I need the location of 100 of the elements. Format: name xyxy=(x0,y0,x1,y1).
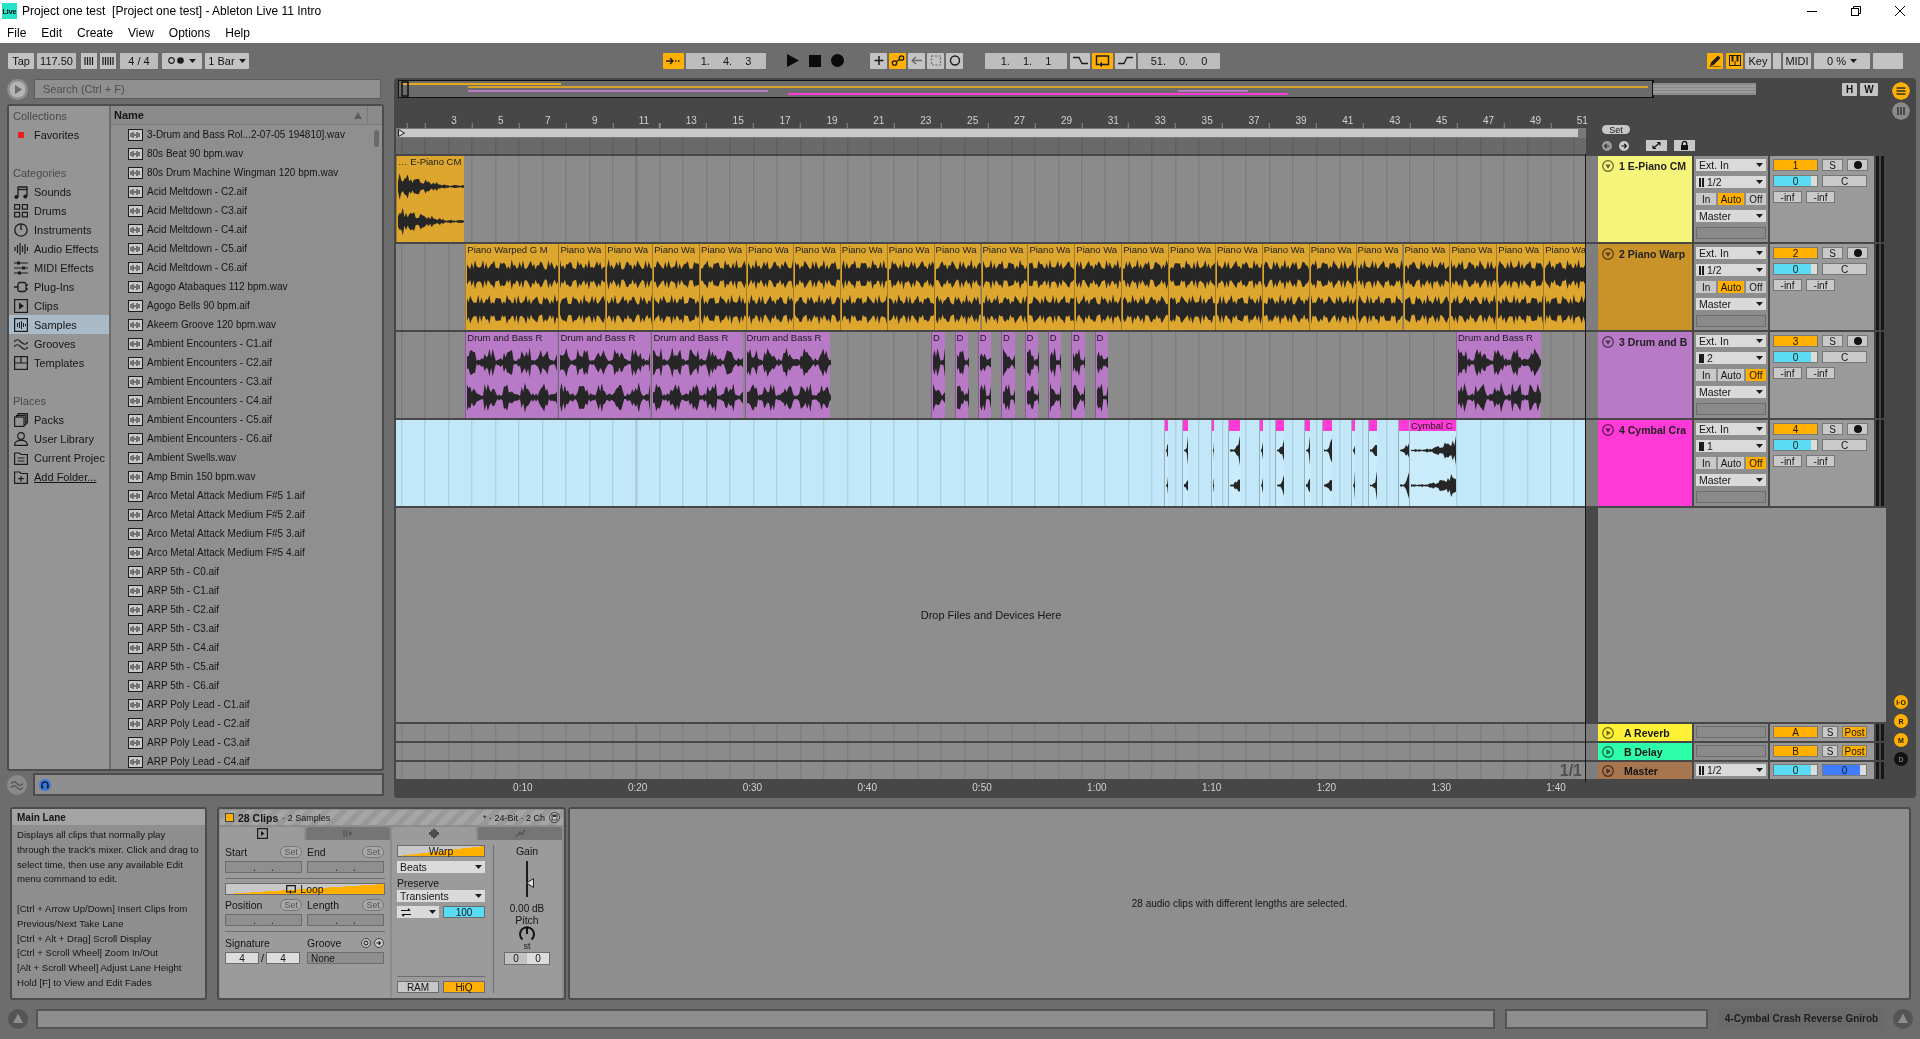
sidebar-item[interactable]: Templates xyxy=(9,353,109,372)
monitor-button[interactable]: Off xyxy=(1745,369,1766,381)
input-channel-dropdown[interactable]: 2 xyxy=(1696,352,1766,364)
input-channel-dropdown[interactable]: 1/2 xyxy=(1696,176,1766,188)
overview-zoom-button[interactable]: W xyxy=(1860,82,1878,96)
end-field[interactable]: . . xyxy=(307,861,384,873)
output-channel-field[interactable] xyxy=(1696,491,1766,503)
monitor-button[interactable]: In xyxy=(1696,369,1717,381)
file-list-item[interactable]: Agogo Atabaques 112 bpm.wav xyxy=(111,277,382,296)
cpu-meter-dropdown[interactable]: 0 % xyxy=(1814,52,1870,69)
track-lane[interactable]: … E-Piano CM xyxy=(396,156,1586,242)
arrow-right-circle-icon[interactable] xyxy=(374,938,384,948)
track-header[interactable]: 1 E-Piano CM xyxy=(1598,156,1692,242)
file-list-item[interactable]: ARP 5th - C5.aif xyxy=(111,657,382,676)
audio-clip[interactable]: Piano Wa xyxy=(1261,244,1309,330)
fold-circle-icon[interactable] xyxy=(1602,424,1614,436)
slider-thumb-icon[interactable] xyxy=(526,877,534,888)
audio-clip[interactable]: Piano Wa xyxy=(746,244,793,330)
audio-clip[interactable]: Piano Wa xyxy=(1027,244,1075,330)
clip-view-tab[interactable] xyxy=(392,827,476,840)
arrow-right-circle-icon[interactable] xyxy=(1619,140,1629,151)
lock-icon[interactable] xyxy=(1674,140,1695,151)
output-channel-field[interactable] xyxy=(1696,227,1766,239)
sidebar-item[interactable]: Drums xyxy=(9,201,109,220)
send-field[interactable]: -inf xyxy=(1806,191,1835,203)
audio-clip[interactable]: Piano Wa xyxy=(886,244,934,330)
envelope-field[interactable]: 100 xyxy=(443,906,485,918)
output-channel-field[interactable] xyxy=(1696,315,1766,327)
arrangement-overview[interactable] xyxy=(398,80,1756,98)
file-list-item[interactable]: ARP 5th - C3.aif xyxy=(111,619,382,638)
sidebar-item[interactable]: Clips xyxy=(9,296,109,315)
sidebar-item[interactable]: Instruments xyxy=(9,220,109,239)
monitor-button[interactable]: In xyxy=(1696,281,1717,293)
time-ruler[interactable]: 0:10 0:20 0:30 0:40 0:50 1:00 1:10 1:20 1:30 1:40 xyxy=(396,781,1586,795)
send-field[interactable]: -inf xyxy=(1773,367,1802,379)
keyboard-button[interactable] xyxy=(1726,52,1743,69)
sidebar-item[interactable]: Grooves xyxy=(9,334,109,353)
monitor-button[interactable]: Auto xyxy=(1718,193,1744,205)
file-list-item[interactable]: 80s Beat 90 bpm.wav xyxy=(111,144,382,163)
sidebar-item[interactable]: MIDI Effects xyxy=(9,258,109,277)
quantization-dropdown[interactable]: 1 Bar xyxy=(205,52,249,69)
file-list-item[interactable]: Ambient Encounters - C5.aif xyxy=(111,410,382,429)
output-channel-field[interactable] xyxy=(1696,403,1766,415)
audio-clip[interactable]: D xyxy=(954,332,968,418)
menu-item[interactable]: View xyxy=(127,24,155,41)
sidebar-item[interactable]: Samples xyxy=(9,315,109,334)
track-activator-button[interactable]: 2 xyxy=(1773,247,1818,259)
audio-clip[interactable]: Piano Wa xyxy=(1074,244,1122,330)
solo-button[interactable]: S xyxy=(1822,335,1843,347)
file-list-item[interactable]: ARP Poly Lead - C4.aif xyxy=(111,752,382,771)
warp-toggle[interactable]: Warp xyxy=(397,845,485,857)
tap-button[interactable]: Tap xyxy=(8,52,34,69)
loop-start-field[interactable]: 1. 1. 1 xyxy=(985,52,1067,69)
set-button[interactable]: Set xyxy=(1602,125,1630,134)
volume-slider[interactable]: 0 xyxy=(1773,263,1818,275)
start-marker-icon[interactable] xyxy=(398,129,405,137)
length-field[interactable]: . . xyxy=(307,914,384,926)
file-list-item[interactable]: Ambient Encounters - C1.aif xyxy=(111,334,382,353)
audio-clip[interactable]: Piano Wa xyxy=(558,244,606,330)
fold-circle-icon[interactable] xyxy=(1602,160,1614,172)
file-list-item[interactable]: ARP 5th - C0.aif xyxy=(111,562,382,581)
monitor-button[interactable]: Auto xyxy=(1718,281,1744,293)
return-track-header[interactable]: A Reverb xyxy=(1598,724,1692,741)
menu-item[interactable]: Create xyxy=(76,24,115,41)
punch-in-button[interactable] xyxy=(1070,52,1090,69)
fold-circle-icon[interactable] xyxy=(1602,336,1614,348)
play-circle-icon[interactable] xyxy=(1602,764,1614,777)
tempo-field[interactable]: 117.50 xyxy=(37,52,76,69)
audio-clip[interactable]: Piano Wa xyxy=(1168,244,1215,330)
file-list-item[interactable]: Acid Meltdown - C3.aif xyxy=(111,201,382,220)
monitor-button[interactable]: In xyxy=(1696,457,1717,469)
return-io-field[interactable] xyxy=(1696,745,1766,757)
monitor-button[interactable]: Off xyxy=(1745,457,1766,469)
send-field[interactable]: -inf xyxy=(1773,191,1802,203)
file-list-item[interactable]: ARP Poly Lead - C1.aif xyxy=(111,695,382,714)
audio-clip[interactable]: Drum and Bass R xyxy=(465,332,558,418)
volume-slider[interactable]: 0 xyxy=(1773,764,1818,776)
signature-denominator-field[interactable]: 4 xyxy=(266,952,301,964)
input-type-dropdown[interactable]: Ext. In xyxy=(1696,159,1766,171)
file-list-item[interactable]: Agogo Bells 90 bpm.aif xyxy=(111,296,382,315)
audio-clip[interactable]: Piano Wa xyxy=(1121,244,1169,330)
play-circle-icon[interactable] xyxy=(1602,745,1614,758)
file-list-item[interactable]: Acid Meltdown - C5.aif xyxy=(111,239,382,258)
file-list-item[interactable]: Arco Metal Attack Medium F#5 4.aif xyxy=(111,543,382,562)
track-activator-button[interactable]: B xyxy=(1773,745,1818,757)
overview-zoom-button[interactable]: H xyxy=(1842,82,1858,96)
file-list-item[interactable]: Ambient Encounters - C3.aif xyxy=(111,372,382,391)
clip-view-tab[interactable] xyxy=(220,827,304,840)
cue-volume-slider[interactable]: 0 xyxy=(1822,764,1867,776)
menu-item[interactable]: Help xyxy=(224,24,251,41)
output-dropdown[interactable]: Master xyxy=(1696,298,1766,310)
file-list-item[interactable]: ARP 5th - C4.aif xyxy=(111,638,382,657)
file-list-item[interactable]: Ambient Encounters - C4.aif xyxy=(111,391,382,410)
file-list-item[interactable]: Amp Bmin 150 bpm.wav xyxy=(111,467,382,486)
sidebar-item[interactable]: Packs xyxy=(9,410,109,429)
audio-clip[interactable]: Drum and Bass R xyxy=(558,332,651,418)
clip-view-tab[interactable] xyxy=(306,827,390,840)
audio-clip[interactable] xyxy=(1275,420,1284,506)
file-list-item[interactable]: Akeem Groove 120 bpm.wav xyxy=(111,315,382,334)
knob-icon[interactable] xyxy=(519,926,535,942)
